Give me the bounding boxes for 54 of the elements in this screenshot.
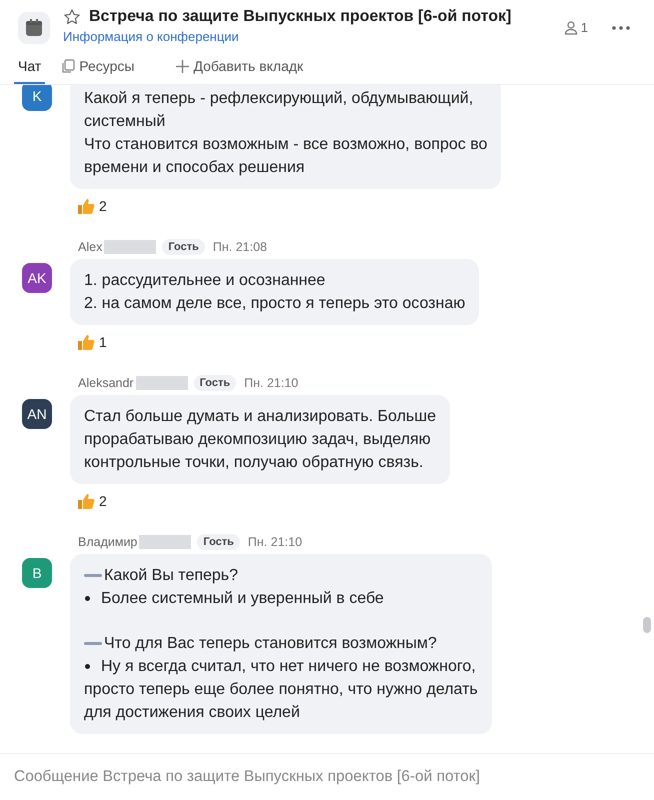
- scrollbar-thumb[interactable]: [643, 617, 651, 633]
- guest-tag: Гость: [162, 239, 205, 255]
- message-input[interactable]: Сообщение Встреча по защите Выпускных проектов [6-ой поток]: [12, 767, 642, 787]
- sender-name: Aleksandr: [78, 376, 134, 390]
- guest-tag: Гость: [194, 375, 236, 391]
- redacted-name: [136, 376, 188, 390]
- thumbs-up-icon[interactable]: [77, 197, 95, 215]
- sender-name: Alex: [78, 240, 102, 254]
- message-text: контрольные точки, получаю обратную связь.: [84, 453, 424, 473]
- message-text: Какой Вы теперь?: [104, 566, 238, 586]
- thumbs-up-icon[interactable]: [77, 333, 95, 351]
- dash-icon: [84, 574, 102, 578]
- avatar[interactable]: AK: [22, 263, 52, 293]
- calendar-icon: [18, 12, 50, 44]
- participants-button[interactable]: 1: [564, 20, 588, 35]
- reaction-count: 1: [99, 334, 107, 350]
- message-text: времени и способах решения: [84, 158, 305, 178]
- redacted-name: [104, 240, 156, 254]
- bullet-icon: [85, 596, 90, 601]
- bullet-icon: [85, 664, 90, 669]
- avatar[interactable]: AN: [22, 399, 52, 429]
- guest-tag: Гость: [197, 534, 240, 550]
- conference-info-link[interactable]: Информация о конференции: [63, 29, 564, 44]
- message-text: прорабатываю декомпозицию задач, выделяю: [84, 430, 431, 450]
- thumbs-up-icon[interactable]: [77, 492, 95, 510]
- message-time: Пн. 21:10: [244, 376, 298, 390]
- star-icon[interactable]: [63, 8, 81, 26]
- plus-icon: [176, 60, 190, 72]
- message-text: просто теперь еще более понятно, что нужно делать: [84, 680, 478, 700]
- dash-icon: [84, 642, 102, 646]
- message-text: Более системный и уверенный в себе: [101, 589, 384, 609]
- reaction-count: 2: [99, 493, 107, 509]
- sender-name: Владимир: [78, 535, 138, 549]
- conference-title: Встреча по защите Выпускных проектов [6-ой поток]: [89, 8, 512, 26]
- files-icon: [61, 58, 76, 74]
- tab[interactable]: Ресурсы: [57, 50, 138, 84]
- message-text: 2. на самом деле все, просто я теперь это осознаю: [84, 294, 466, 314]
- message-text: Ну я всегда считал, что нет ничего не возможного,: [101, 657, 476, 677]
- message-text: Какой я теперь - рефлексирующий, обдумывающий,: [84, 89, 474, 109]
- message-text: для достижения своих целей: [84, 703, 300, 723]
- message-text: системный: [84, 112, 166, 132]
- message-text: Стал больше думать и анализировать. Больше: [84, 407, 436, 427]
- message-time: Пн. 21:08: [212, 240, 267, 254]
- tab[interactable]: Добавить вкладк: [172, 50, 308, 84]
- message-time: Пн. 21:10: [248, 535, 302, 549]
- message-text: Что становится возможным - все возможно, вопрос во: [84, 135, 488, 155]
- more-icon[interactable]: [612, 26, 630, 30]
- reaction-count: 2: [99, 198, 107, 214]
- message-text: Что для Вас теперь становится возможным?: [104, 634, 437, 654]
- message-text: 1. рассудительнее и осознаннее: [84, 271, 326, 291]
- avatar[interactable]: В: [22, 558, 52, 588]
- person-icon: [564, 20, 578, 34]
- avatar[interactable]: K: [22, 85, 52, 111]
- redacted-name: [139, 535, 192, 549]
